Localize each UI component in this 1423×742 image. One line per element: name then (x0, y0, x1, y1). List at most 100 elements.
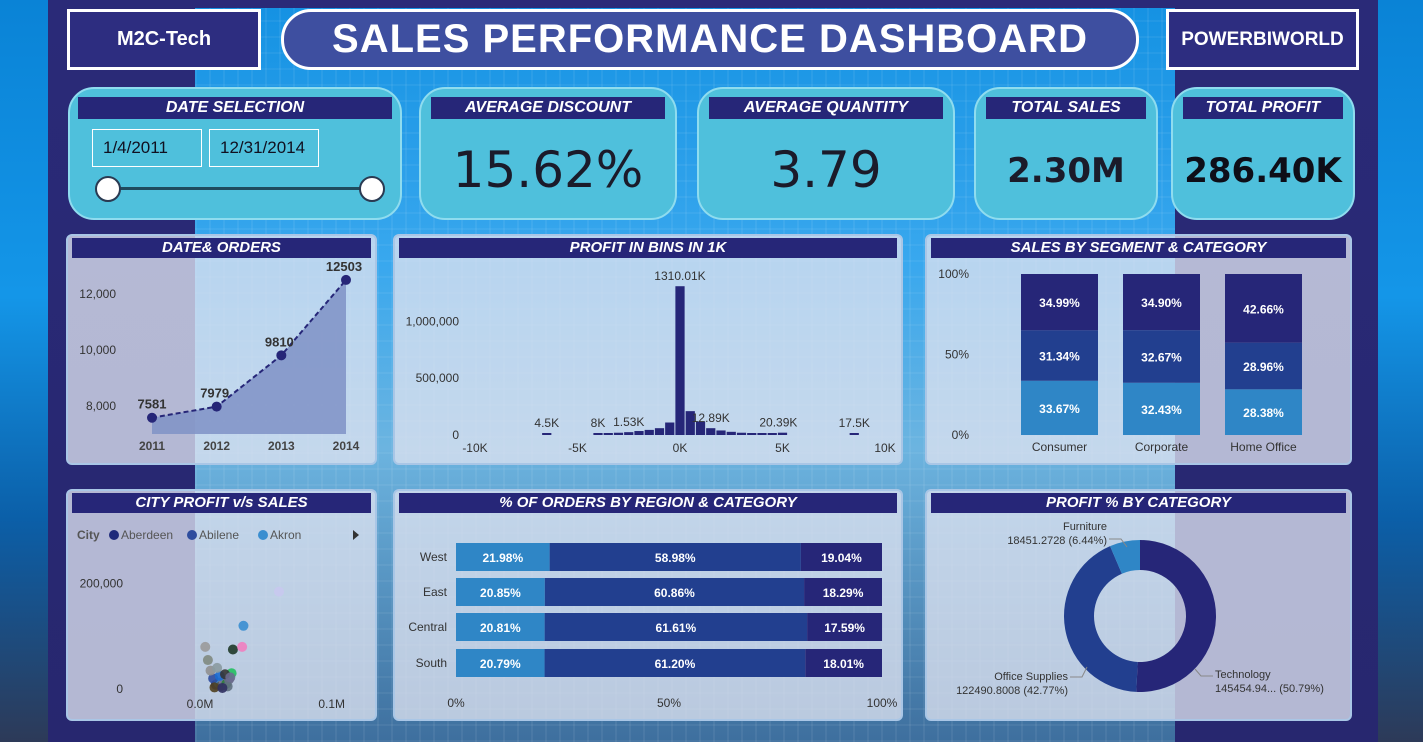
y-tick-label: 500,000 (416, 371, 460, 385)
data-label: 34.90% (1141, 296, 1182, 310)
y-tick-label: 1,000,000 (406, 314, 460, 328)
brand-right: POWERBIWORLD (1166, 9, 1359, 70)
data-label: 42.66% (1243, 302, 1284, 316)
data-label: 28.96% (1243, 360, 1284, 374)
brand-left-text: M2C-Tech (116, 28, 212, 50)
x-tick-label: 100% (867, 696, 898, 710)
x-tick-label: 10K (874, 441, 895, 455)
data-label: 21.98% (482, 551, 523, 565)
dashboard-title-text: SALES PERFORMANCE DASHBOARD (332, 17, 1088, 61)
region-category-chart: West 21.98% 58.98% 19.04% East 20.85% 60.86% 18… (408, 543, 898, 710)
x-tick-label: 0K (673, 441, 688, 455)
histogram-bar (747, 433, 757, 435)
data-label: 28.38% (1243, 406, 1284, 420)
y-tick-label: 0 (116, 682, 123, 696)
histogram-bar (736, 432, 747, 435)
slice-name: Office Supplies (994, 671, 1068, 683)
data-label: 9810 (265, 334, 294, 349)
slice-name: Furniture (1063, 521, 1107, 533)
segment-category-panel: SALES BY SEGMENT & CATEGORY 0% 50% 100% 33.… (925, 234, 1352, 465)
x-tick-label: 2013 (268, 439, 295, 453)
legend-marker (109, 530, 119, 540)
date-slider-track[interactable] (108, 187, 372, 190)
data-label: 61.61% (656, 621, 697, 635)
scatter-point (238, 620, 249, 631)
histogram-bar (603, 433, 613, 435)
scatter-point (212, 662, 223, 673)
histogram-bar (767, 433, 777, 435)
data-label: 12503 (326, 259, 362, 274)
total-sales-value: 2.30M (1007, 151, 1125, 191)
y-tick-label: 200,000 (80, 577, 124, 591)
end-date-input[interactable]: 12/31/2014 (209, 129, 319, 167)
city-profit-panel: CITY PROFIT v/s SALES City Aberdeen Abilen… (66, 489, 377, 721)
data-label: 20.79% (480, 657, 521, 671)
category-label: Consumer (1032, 440, 1087, 454)
category-label: South (416, 656, 447, 670)
data-label: 34.99% (1039, 296, 1080, 310)
scatter-point (217, 682, 228, 693)
slice-value: 122490.8008 (42.77%) (956, 685, 1068, 697)
x-tick-label: 2012 (203, 439, 230, 453)
x-tick-label: 2011 (139, 439, 165, 453)
date-orders-panel: DATE& ORDERS 8,000 10,000 12,000 7581 2011 79… (66, 234, 377, 465)
x-tick-label: 2014 (333, 439, 360, 453)
leader-line (1070, 666, 1088, 678)
histogram-bar (726, 431, 736, 435)
x-tick-label: 0% (447, 696, 465, 710)
avg-discount-value: 15.62% (452, 141, 644, 199)
legend-item: Abilene (199, 528, 239, 542)
total-profit-card: TOTAL PROFIT 286.40K (1171, 87, 1355, 220)
data-label: 1.53K (613, 415, 644, 429)
data-label: 20.39K (759, 416, 797, 430)
avg-discount-card: AVERAGE DISCOUNT 15.62% (419, 87, 677, 220)
profit-bins-panel: PROFIT IN BINS IN 1K 0 500,000 1,000,000 -1… (393, 234, 903, 465)
scatter-point (237, 641, 248, 652)
scatter-point (202, 655, 213, 666)
data-label: 18.01% (823, 657, 864, 671)
brand-right-text: POWERBIWORLD (1181, 28, 1344, 50)
total-sales-card: TOTAL SALES 2.30M (974, 87, 1158, 220)
date-slider-end-handle[interactable] (359, 176, 385, 202)
histogram-bar (716, 430, 726, 435)
data-label: 1310.01K (654, 269, 705, 283)
histogram-bar (634, 431, 644, 435)
date-slider-start-handle[interactable] (95, 176, 121, 202)
background-left (0, 0, 50, 742)
data-label: 7979 (200, 386, 229, 401)
background-right (1378, 0, 1423, 742)
data-label: 8K (591, 416, 606, 430)
data-label: 7581 (138, 397, 167, 412)
area-fill (152, 279, 346, 434)
data-label: 58.98% (655, 551, 696, 565)
leader-line (1194, 668, 1213, 677)
scatter-point (200, 641, 211, 652)
total-profit-value: 286.40K (1184, 151, 1342, 191)
date-orders-chart: 8,000 10,000 12,000 7581 2011 7979 2012 9810 201… (79, 259, 362, 453)
legend-title: City (77, 528, 100, 542)
histogram-bar (849, 433, 859, 435)
date-selection-card: DATE SELECTION 1/4/2011 12/31/2014 (68, 87, 402, 220)
data-label: 32.43% (1141, 403, 1182, 417)
data-label: 31.34% (1039, 350, 1080, 364)
histogram-bar (644, 429, 654, 435)
data-label: 17.59% (824, 621, 865, 635)
scatter-point (227, 644, 238, 655)
legend-marker (187, 530, 197, 540)
profit-bins-chart: 0 500,000 1,000,000 -10K -5K 0K 5K 10K 4.5K 8K 1.5… (406, 269, 896, 455)
start-date-input[interactable]: 1/4/2011 (92, 129, 202, 167)
data-label: 18.29% (823, 586, 864, 600)
category-label: Central (408, 620, 447, 634)
slice-value: 145454.94... (50.79%) (1215, 683, 1324, 695)
x-tick-label: -10K (462, 441, 487, 455)
data-point (147, 412, 157, 423)
category-label: West (420, 550, 448, 564)
total-profit-label: TOTAL PROFIT (1183, 97, 1343, 119)
x-tick-label: 0.0M (187, 697, 214, 711)
dashboard-title: SALES PERFORMANCE DASHBOARD (281, 9, 1139, 70)
slice-value: 18451.2728 (6.44%) (1007, 535, 1107, 547)
data-point (341, 274, 351, 285)
category-label: Home Office (1230, 440, 1297, 454)
category-label: Corporate (1135, 440, 1189, 454)
profit-category-chart: Furniture 18451.2728 (6.44%) Office Suppli… (956, 521, 1324, 697)
